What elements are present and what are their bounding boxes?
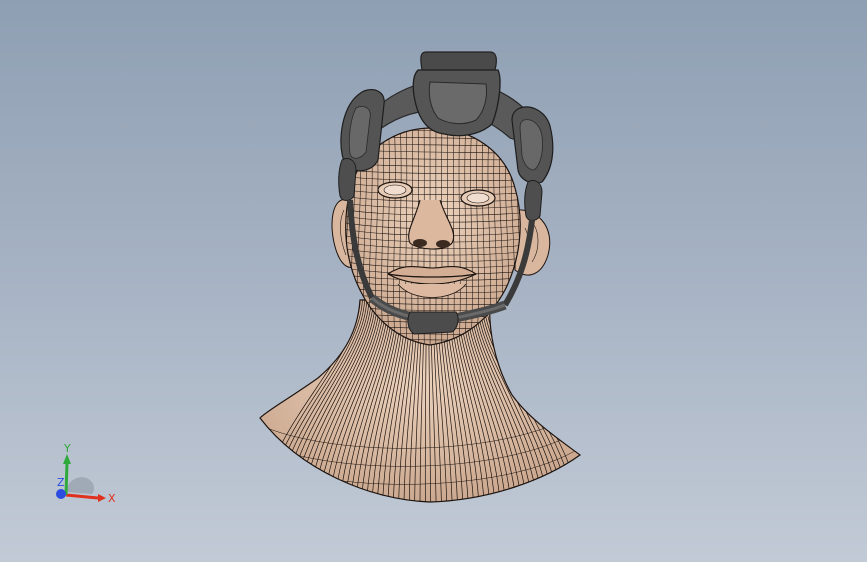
y-axis-label: Y xyxy=(63,442,71,455)
head-model[interactable] xyxy=(0,0,867,562)
x-axis-arrow[interactable] xyxy=(65,493,99,500)
triad-shadow xyxy=(66,477,94,494)
left-eye xyxy=(377,181,413,199)
x-axis-label: X xyxy=(108,492,116,505)
z-axis-label: Z xyxy=(57,476,65,489)
3d-viewport[interactable]: X Y Z xyxy=(0,0,867,562)
axis-triad[interactable]: X Y Z xyxy=(48,440,118,510)
x-axis-head xyxy=(98,494,106,502)
right-eye xyxy=(460,189,496,207)
z-axis-dot[interactable] xyxy=(56,489,66,499)
y-axis-head xyxy=(63,454,71,464)
y-axis-arrow[interactable] xyxy=(64,461,69,496)
